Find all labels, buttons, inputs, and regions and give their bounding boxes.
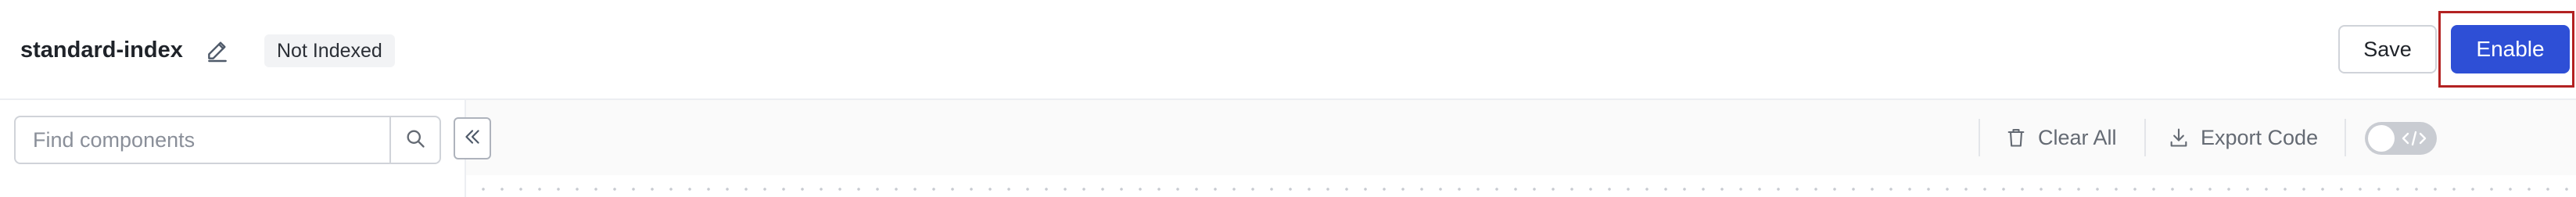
download-icon bbox=[2170, 128, 2187, 147]
status-badge: Not Indexed bbox=[264, 34, 395, 67]
code-view-toggle[interactable] bbox=[2365, 122, 2437, 155]
export-code-button[interactable]: Export Code bbox=[2168, 122, 2318, 153]
toolbar-divider bbox=[2144, 119, 2146, 156]
component-search bbox=[14, 116, 441, 164]
clear-all-label: Clear All bbox=[2038, 125, 2117, 149]
search-button[interactable] bbox=[389, 117, 439, 163]
canvas-grid bbox=[466, 175, 2576, 197]
toggle-knob bbox=[2368, 125, 2395, 152]
trash-icon bbox=[2007, 129, 2025, 147]
toolbar-divider bbox=[2345, 119, 2346, 156]
code-icon bbox=[2402, 131, 2427, 146]
search-icon bbox=[404, 127, 426, 153]
clear-all-button[interactable]: Clear All bbox=[2005, 122, 2117, 153]
double-chevron-left-icon bbox=[462, 127, 483, 151]
toolbar-divider bbox=[1979, 119, 1980, 156]
components-panel bbox=[0, 100, 466, 197]
export-code-label: Export Code bbox=[2201, 125, 2319, 149]
save-button[interactable]: Save bbox=[2338, 25, 2437, 73]
enable-button[interactable]: Enable bbox=[2451, 25, 2570, 73]
top-header: standard-index Not Indexed Save Enable bbox=[0, 0, 2576, 100]
page-title: standard-index bbox=[20, 38, 183, 63]
collapse-panel-button[interactable] bbox=[454, 117, 491, 159]
pencil-icon[interactable] bbox=[205, 38, 230, 63]
search-input[interactable] bbox=[16, 117, 391, 163]
